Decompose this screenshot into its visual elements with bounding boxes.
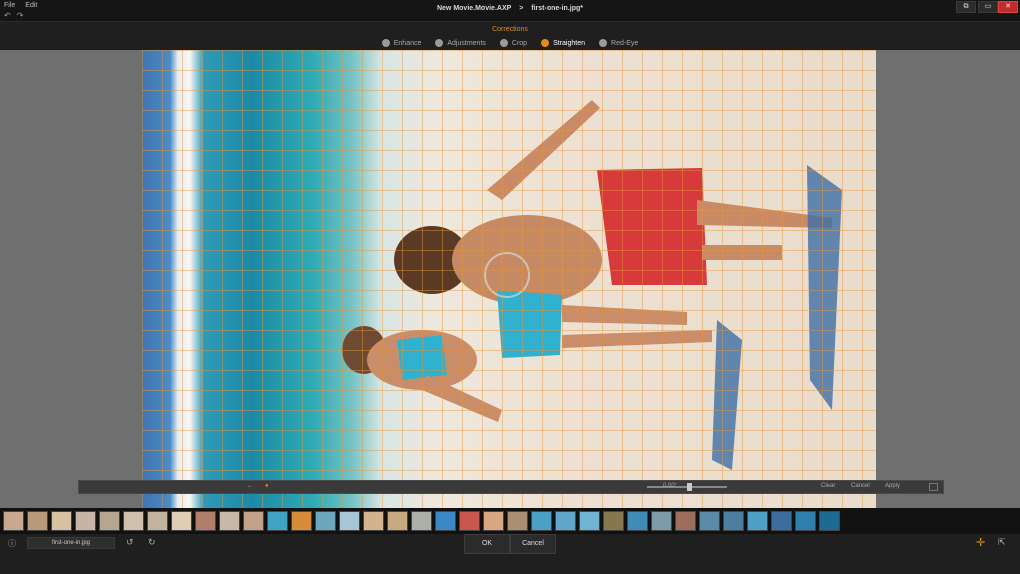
corrections-tools: Enhance Adjustments Crop Straighten Red-…: [0, 39, 1020, 47]
filmstrip-thumbnail[interactable]: [555, 511, 576, 531]
tool-label: Enhance: [393, 39, 422, 47]
export-icon[interactable]: ⇱: [998, 537, 1006, 548]
filmstrip-thumbnail[interactable]: [627, 511, 648, 531]
straighten-grid: [142, 50, 876, 508]
bar-toggle-icon[interactable]: [929, 483, 938, 491]
undo-icon[interactable]: ↶: [4, 11, 11, 20]
cancel-straighten-button[interactable]: Cancel: [851, 483, 870, 489]
filmstrip-thumbnail[interactable]: [315, 511, 336, 531]
filmstrip-thumbnail[interactable]: [27, 511, 48, 531]
document-title: New Movie.Movie.AXP > first-one-in.jpg*: [0, 5, 1020, 12]
filmstrip-thumbnail[interactable]: [99, 511, 120, 531]
rotate-left-icon[interactable]: ↺: [126, 537, 134, 548]
straighten-controls: ← ● 0.00° Clear Cancel Apply: [78, 480, 944, 494]
adjustments-icon: [435, 39, 444, 47]
orange-dot-icon: ●: [265, 483, 269, 489]
filmstrip-thumbnail[interactable]: [291, 511, 312, 531]
info-icon[interactable]: ⓘ: [8, 538, 16, 549]
rotate-right-icon[interactable]: ↻: [148, 537, 156, 548]
filmstrip-thumbnail[interactable]: [267, 511, 288, 531]
corrections-toolbar: Corrections Enhance Adjustments Crop Str…: [0, 21, 1020, 51]
tool-straighten[interactable]: Straighten: [541, 39, 585, 47]
filmstrip-thumbnail[interactable]: [171, 511, 192, 531]
filmstrip-thumbnail[interactable]: [651, 511, 672, 531]
filmstrip-thumbnail[interactable]: [507, 511, 528, 531]
filmstrip-thumbnail[interactable]: [675, 511, 696, 531]
apply-button[interactable]: Apply: [885, 483, 900, 489]
filmstrip-thumbnail[interactable]: [195, 511, 216, 531]
left-arrow-icon[interactable]: ←: [247, 483, 253, 489]
corrections-title: Corrections: [492, 26, 528, 33]
filmstrip-thumbnail[interactable]: [123, 511, 144, 531]
filename-field[interactable]: first-one-in.jpg: [27, 537, 115, 549]
quick-actions: ↶ ↷: [4, 11, 23, 20]
filmstrip-thumbnail[interactable]: [603, 511, 624, 531]
filmstrip-thumbnail[interactable]: [699, 511, 720, 531]
photo-preview[interactable]: [142, 50, 876, 508]
target-icon[interactable]: ✛: [976, 536, 985, 549]
straighten-icon: [541, 39, 550, 47]
filmstrip-thumbnail[interactable]: [723, 511, 744, 531]
bottom-bar: ⓘ first-one-in.jpg ↺ ↻ OK Cancel ✛ ⇱: [0, 534, 1020, 574]
tool-label: Crop: [511, 39, 528, 47]
filmstrip-thumbnail[interactable]: [75, 511, 96, 531]
filmstrip-thumbnail[interactable]: [435, 511, 456, 531]
restore-window-button[interactable]: ⧉: [956, 1, 976, 13]
maximize-button[interactable]: ▭: [978, 1, 998, 13]
filmstrip-thumbnail[interactable]: [387, 511, 408, 531]
redo-icon[interactable]: ↷: [17, 11, 24, 20]
tool-enhance[interactable]: Enhance: [381, 39, 422, 47]
title-bar: File Edit ↶ ↷ New Movie.Movie.AXP > firs…: [0, 0, 1020, 21]
filmstrip-thumbnail[interactable]: [243, 511, 264, 531]
project-name: New Movie.Movie.AXP: [436, 5, 512, 12]
image-stage: [0, 50, 1020, 508]
crop-icon: [499, 39, 508, 47]
tool-red-eye[interactable]: Red-Eye: [599, 39, 638, 47]
tool-label: Red-Eye: [611, 39, 639, 47]
red-eye-icon: [599, 39, 608, 47]
tool-adjustments[interactable]: Adjustments: [435, 39, 486, 47]
filmstrip-thumbnail[interactable]: [219, 511, 240, 531]
filmstrip-thumbnail[interactable]: [771, 511, 792, 531]
filmstrip-thumbnail[interactable]: [579, 511, 600, 531]
filmstrip-thumbnail[interactable]: [51, 511, 72, 531]
close-button[interactable]: ✕: [998, 1, 1018, 13]
tool-label: Adjustments: [447, 39, 486, 47]
filmstrip: [0, 508, 1020, 534]
breadcrumb-separator: >: [519, 5, 524, 12]
filmstrip-thumbnail[interactable]: [3, 511, 24, 531]
file-name: first-one-in.jpg*: [531, 5, 583, 12]
filmstrip-thumbnail[interactable]: [819, 511, 840, 531]
filmstrip-thumbnail[interactable]: [147, 511, 168, 531]
filmstrip-thumbnail[interactable]: [459, 511, 480, 531]
filmstrip-thumbnail[interactable]: [363, 511, 384, 531]
ok-button[interactable]: OK: [464, 534, 510, 554]
filmstrip-thumbnail[interactable]: [483, 511, 504, 531]
filmstrip-thumbnail[interactable]: [747, 511, 768, 531]
tool-label: Straighten: [553, 39, 586, 47]
enhance-icon: [381, 39, 390, 47]
filmstrip-thumbnail[interactable]: [339, 511, 360, 531]
angle-value: 0.00°: [663, 483, 678, 489]
angle-slider-knob[interactable]: [687, 483, 692, 491]
filmstrip-thumbnail[interactable]: [795, 511, 816, 531]
cancel-button[interactable]: Cancel: [510, 534, 556, 554]
filmstrip-thumbnail[interactable]: [531, 511, 552, 531]
clear-button[interactable]: Clear: [821, 483, 835, 489]
filmstrip-thumbnail[interactable]: [411, 511, 432, 531]
tool-crop[interactable]: Crop: [499, 39, 528, 47]
